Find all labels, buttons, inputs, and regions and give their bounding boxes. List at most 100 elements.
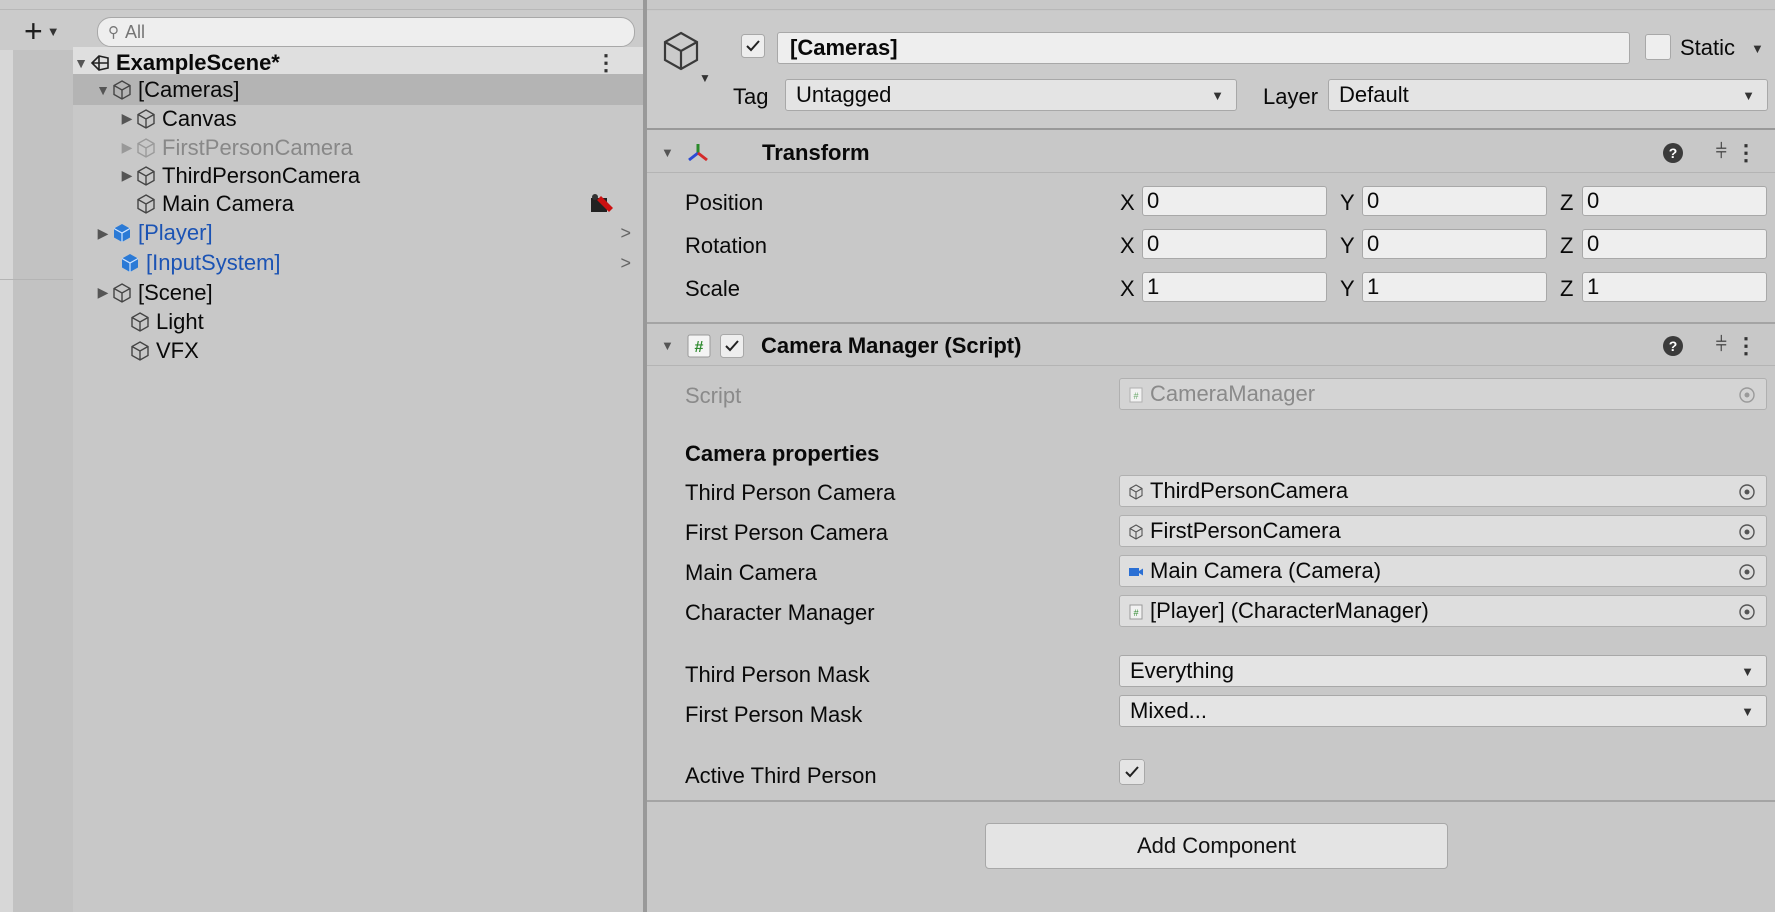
hierarchy-search[interactable]: ⚲: [97, 17, 635, 47]
rotation-z-label[interactable]: Z: [1560, 233, 1573, 259]
fold-open-icon[interactable]: ▼: [661, 338, 674, 353]
scale-y-field[interactable]: 1: [1362, 272, 1547, 302]
hierarchy-item-canvas[interactable]: ▶ Canvas: [73, 104, 643, 133]
scene-menu-icon[interactable]: ⋮: [595, 50, 617, 76]
gameobject-icon: [137, 137, 155, 158]
gameobject-name-field[interactable]: [Cameras]: [777, 32, 1630, 64]
gameobject-icon[interactable]: [659, 29, 703, 73]
first-person-mask-dropdown[interactable]: Mixed... ▼: [1119, 695, 1767, 727]
rotation-z-field[interactable]: 0: [1582, 229, 1767, 259]
unity-scene-icon: [90, 55, 109, 71]
rotation-x-field[interactable]: 0: [1142, 229, 1327, 259]
third-person-mask-dropdown[interactable]: Everything ▼: [1119, 655, 1767, 687]
camera-properties-header: Camera properties: [685, 441, 880, 466]
scale-y-label[interactable]: Y: [1340, 276, 1355, 302]
scale-z-field[interactable]: 1: [1582, 272, 1767, 302]
static-dropdown-icon[interactable]: ▼: [1751, 41, 1764, 56]
object-picker-icon[interactable]: [1738, 603, 1756, 621]
scale-z-label[interactable]: Z: [1560, 276, 1573, 302]
plus-icon: +: [24, 13, 43, 49]
open-prefab-icon[interactable]: >: [620, 253, 631, 274]
hierarchy-item-thirdpersoncamera[interactable]: ▶ ThirdPersonCamera: [73, 161, 643, 190]
third-person-camera-field[interactable]: ThirdPersonCamera: [1119, 475, 1767, 507]
fold-closed-icon[interactable]: ▶: [95, 284, 111, 301]
fold-open-icon[interactable]: ▼: [73, 55, 89, 71]
script-file-icon: #: [1129, 387, 1143, 403]
icon-dropdown-icon[interactable]: ▼: [699, 71, 711, 85]
prefab-icon: [121, 254, 139, 272]
open-prefab-icon[interactable]: >: [620, 223, 631, 244]
search-input[interactable]: [125, 21, 605, 43]
first-person-camera-value: FirstPersonCamera: [1150, 518, 1341, 543]
position-z-field[interactable]: 0: [1582, 186, 1767, 216]
hierarchy-item-player[interactable]: ▶ [Player] >: [73, 218, 643, 248]
fold-closed-icon[interactable]: ▶: [119, 139, 135, 156]
tag-dropdown[interactable]: Untagged ▼: [785, 79, 1237, 111]
item-label: [Player]: [138, 220, 213, 245]
layer-value: Default: [1339, 82, 1409, 107]
script-file-icon: #: [1129, 604, 1143, 620]
item-label: VFX: [156, 337, 199, 363]
rotation-label: Rotation: [685, 233, 767, 258]
position-x-label[interactable]: X: [1120, 190, 1135, 216]
object-picker-icon[interactable]: [1738, 563, 1756, 581]
component-menu-icon[interactable]: ⋮: [1735, 140, 1757, 166]
help-icon[interactable]: ?: [1663, 142, 1683, 163]
active-third-person-checkbox[interactable]: [1119, 759, 1145, 785]
fold-closed-icon[interactable]: ▶: [119, 167, 135, 184]
preset-icon[interactable]: ⫩: [1716, 141, 1727, 164]
preset-icon[interactable]: ⫩: [1716, 334, 1727, 357]
rotation-y-label[interactable]: Y: [1340, 233, 1355, 259]
component-enabled-checkbox[interactable]: [720, 334, 744, 358]
static-checkbox[interactable]: [1645, 34, 1671, 60]
hierarchy-item-main-camera[interactable]: Main Camera: [73, 189, 643, 218]
third-person-camera-value: ThirdPersonCamera: [1150, 478, 1349, 503]
position-x-field[interactable]: 0: [1142, 186, 1327, 216]
hierarchy-item-vfx[interactable]: VFX: [73, 336, 643, 365]
item-label: FirstPersonCamera: [162, 134, 353, 160]
main-camera-field[interactable]: Main Camera (Camera): [1119, 555, 1767, 587]
first-person-camera-field[interactable]: FirstPersonCamera: [1119, 515, 1767, 547]
hierarchy-item-light[interactable]: Light: [73, 307, 643, 336]
object-picker-icon: [1739, 387, 1755, 403]
layer-dropdown[interactable]: Default ▼: [1328, 79, 1768, 111]
component-menu-icon[interactable]: ⋮: [1735, 333, 1757, 359]
hierarchy-item-scene[interactable]: ▶ [Scene]: [73, 278, 643, 307]
chevron-down-icon: ▼: [46, 23, 60, 39]
position-y-field[interactable]: 0: [1362, 186, 1547, 216]
first-person-mask-value: Mixed...: [1130, 698, 1208, 723]
item-label: [InputSystem]: [146, 250, 281, 275]
position-z-label[interactable]: Z: [1560, 190, 1573, 216]
scene-name: ExampleScene*: [116, 50, 280, 75]
position-y-label[interactable]: Y: [1340, 190, 1355, 216]
camera-manager-header[interactable]: ▼ # Camera Manager (Script) ? ⫩ ⋮: [647, 326, 1775, 366]
create-button[interactable]: + ▼: [24, 13, 72, 49]
gameobject-icon: [1129, 484, 1143, 500]
prefab-icon: [113, 224, 131, 242]
scale-x-label[interactable]: X: [1120, 276, 1135, 302]
hierarchy-item-inputsystem[interactable]: [InputSystem] >: [73, 248, 643, 278]
fold-open-icon[interactable]: ▼: [95, 82, 111, 98]
active-checkbox[interactable]: [741, 34, 765, 58]
fold-closed-icon[interactable]: ▶: [95, 225, 111, 242]
inspector-top-border: [647, 0, 1775, 10]
object-picker-icon[interactable]: [1738, 523, 1756, 541]
transform-header[interactable]: ▼ Transform ? ⫩ ⋮: [647, 133, 1775, 173]
fold-closed-icon[interactable]: ▶: [119, 110, 135, 127]
hierarchy-item-cameras[interactable]: ▼ [Cameras]: [73, 74, 643, 105]
hierarchy-toolbar: + ▼ ⚲: [0, 0, 643, 50]
chevron-down-icon: ▼: [1742, 88, 1755, 103]
item-label: [Cameras]: [138, 76, 240, 102]
character-manager-field[interactable]: # [Player] (CharacterManager): [1119, 595, 1767, 627]
svg-text:#: #: [1133, 608, 1138, 618]
fold-open-icon[interactable]: ▼: [661, 145, 674, 160]
hierarchy-item-firstpersoncamera[interactable]: ▶ FirstPersonCamera: [73, 133, 643, 162]
rotation-x-label[interactable]: X: [1120, 233, 1135, 259]
first-person-mask-label: First Person Mask: [685, 702, 863, 727]
object-picker-icon[interactable]: [1738, 483, 1756, 501]
rotation-y-field[interactable]: 0: [1362, 229, 1547, 259]
help-icon[interactable]: ?: [1663, 335, 1683, 356]
chevron-down-icon: ▼: [1741, 664, 1754, 679]
add-component-button[interactable]: Add Component: [985, 823, 1448, 869]
scale-x-field[interactable]: 1: [1142, 272, 1327, 302]
